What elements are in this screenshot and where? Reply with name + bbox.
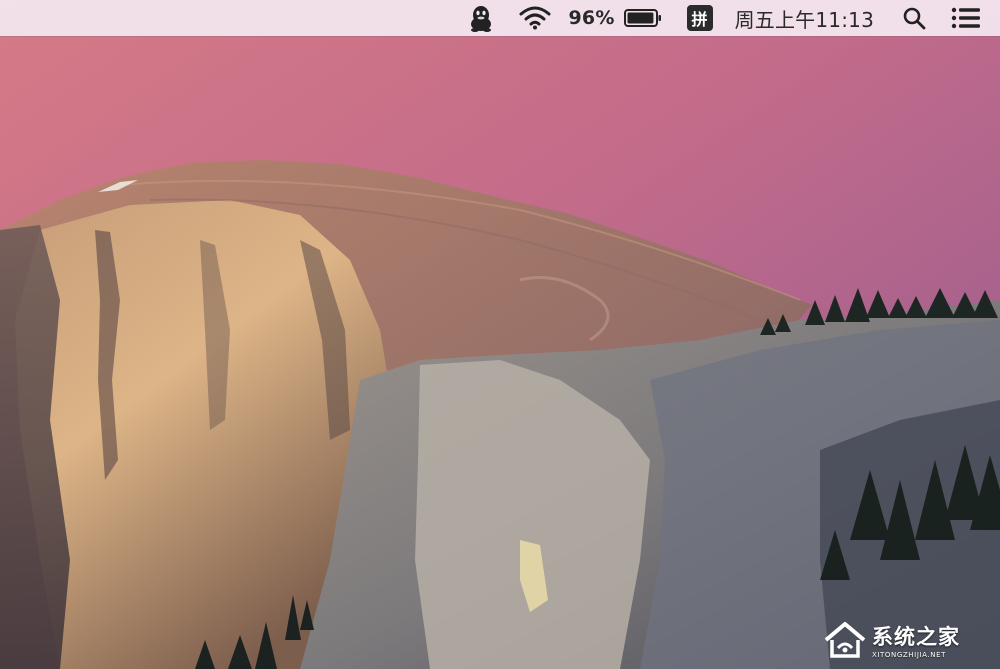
watermark-title: 系统之家	[872, 625, 960, 649]
input-method-label: 拼	[686, 5, 713, 31]
input-method-indicator[interactable]: 拼	[686, 0, 735, 36]
battery-icon[interactable]	[623, 0, 663, 36]
search-icon[interactable]	[900, 0, 928, 36]
qq-penguin-icon[interactable]	[464, 0, 498, 36]
menu-clock[interactable]: 周五上午11:13	[735, 0, 874, 36]
menu-bar: 96% 拼 周五上午11:13	[0, 0, 1000, 36]
list-icon[interactable]	[950, 0, 982, 36]
wifi-icon[interactable]	[516, 0, 554, 36]
wallpaper-image	[0, 0, 1000, 669]
battery-percentage[interactable]: 96%	[568, 0, 614, 36]
house-logo-icon	[824, 622, 866, 658]
desktop-wallpaper	[0, 0, 1000, 669]
watermark-url: XITONGZHIJIA.NET	[872, 651, 946, 659]
site-watermark: 系统之家 XITONGZHIJIA.NET	[822, 617, 992, 663]
